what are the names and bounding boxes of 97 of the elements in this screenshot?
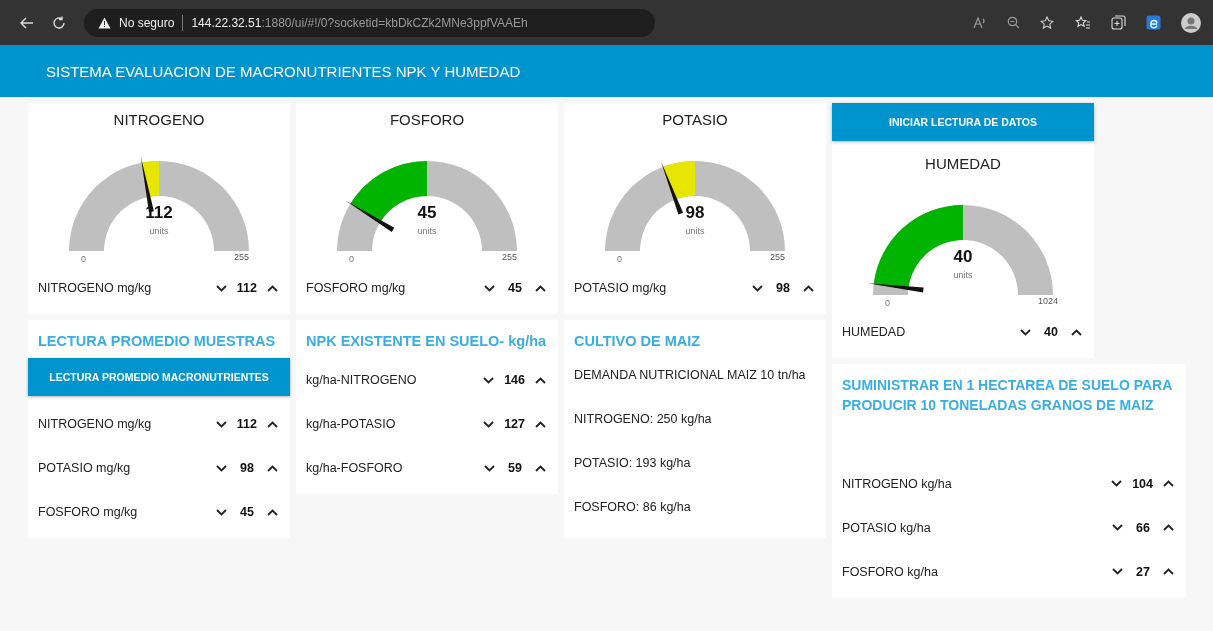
numeric-label: kg/ha-FOSFORO — [306, 461, 403, 475]
page-title: SISTEMA EVALUACION DE MACRONUTRIENTES NPK Y HUMEDAD — [46, 62, 521, 80]
gauge-value: 98 — [685, 203, 705, 223]
chevron-up-icon[interactable] — [535, 284, 546, 292]
numeric-label: FOSFORO mg/kg — [38, 505, 138, 519]
numeric-label: NITROGENO mg/kg — [38, 417, 152, 431]
gauge-needle — [867, 283, 924, 293]
read-aloud-icon[interactable] — [973, 16, 987, 29]
numeric-value: 45 — [239, 505, 255, 519]
action-button[interactable]: LECTURA PROMEDIO MACRONUTRIENTES — [28, 358, 290, 396]
gauge-min: 0 — [885, 299, 890, 308]
numeric-value: 98 — [239, 461, 255, 475]
gauge-max: 1024 — [1038, 297, 1059, 306]
chevron-up-icon[interactable] — [535, 420, 546, 428]
chevron-down-icon[interactable] — [216, 464, 227, 472]
gauge-units: units — [149, 226, 169, 236]
gauge-max: 255 — [770, 253, 786, 262]
chevron-up-icon[interactable] — [267, 464, 278, 472]
chevron-down-icon[interactable] — [483, 420, 495, 428]
chevron-down-icon[interactable] — [1020, 328, 1031, 336]
numeric-value: 104 — [1132, 476, 1153, 491]
chevron-up-icon[interactable] — [1163, 524, 1174, 532]
reload-icon[interactable] — [52, 15, 66, 30]
numeric-label: FOSFORO mg/kg — [306, 281, 406, 295]
group-title: NPK EXISTENTE EN SUELO- kg/ha — [305, 332, 548, 351]
collections-icon[interactable] — [1111, 15, 1126, 30]
favorites-icon[interactable] — [1075, 15, 1091, 30]
numeric-value: 98 — [775, 281, 791, 295]
text-label: POTASIO: 193 kg/ha — [573, 455, 692, 472]
gauge-units: units — [685, 226, 705, 236]
text-label: FOSFORO: 86 kg/ha — [573, 499, 692, 516]
text-label: NITROGENO: 250 kg/ha — [573, 411, 713, 428]
action-button[interactable]: INICIAR LECTURA DE DATOS — [832, 103, 1094, 141]
gauge-title: NITROGENO — [113, 110, 205, 130]
address-bar[interactable]: No seguro 144.22.32.51:1880/ui/#!/0?socketid=kbDkCZk2MNe3ppfVAAEh — [84, 8, 655, 37]
gauge-max: 255 — [234, 253, 250, 262]
star-icon[interactable] — [1040, 15, 1055, 30]
numeric-value: 66 — [1135, 520, 1151, 535]
gauge-max: 255 — [502, 253, 518, 262]
chevron-down-icon[interactable] — [484, 464, 495, 472]
numeric-value: 27 — [1135, 564, 1151, 579]
back-icon[interactable] — [20, 16, 34, 29]
gauge-units: units — [953, 270, 973, 280]
chevron-up-icon[interactable] — [267, 284, 278, 292]
url-text: 144.22.32.51:1880/ui/#!/0?socketid=kbDkCZk2MNe3ppfVAAEh — [191, 15, 528, 30]
chevron-down-icon[interactable] — [1112, 524, 1123, 532]
edge-icon[interactable] — [1146, 15, 1161, 30]
chevron-down-icon[interactable] — [216, 508, 227, 516]
numeric-label: NITROGENO kg/ha — [842, 476, 952, 491]
text-label: DEMANDA NUTRICIONAL MAIZ 10 tn/ha — [573, 367, 807, 384]
chevron-up-icon[interactable] — [1071, 328, 1082, 336]
gauge-units: units — [417, 226, 437, 236]
numeric-label: NITROGENO mg/kg — [38, 281, 152, 295]
group-title: SUMINISTRAR EN 1 HECTAREA DE SUELO PARA PRODUCIR 10 TONELADAS GRANOS DE MAIZ — [841, 376, 1173, 416]
chevron-down-icon[interactable] — [1111, 480, 1123, 488]
gauge-value: 40 — [953, 247, 973, 267]
numeric-value: 40 — [1043, 325, 1059, 339]
chevron-up-icon[interactable] — [267, 420, 278, 428]
chevron-down-icon[interactable] — [1112, 568, 1123, 576]
chevron-down-icon[interactable] — [752, 284, 763, 292]
numeric-label: kg/ha-NITROGENO — [306, 373, 417, 387]
numeric-value: 112 — [236, 281, 257, 295]
chevron-up-icon[interactable] — [803, 284, 814, 292]
chevron-down-icon[interactable] — [483, 376, 495, 384]
numeric-label: POTASIO kg/ha — [842, 520, 931, 535]
gauge-min: 0 — [81, 255, 86, 264]
numeric-value: 127 — [504, 417, 525, 431]
numeric-label: kg/ha-POTASIO — [306, 417, 396, 431]
chevron-up-icon[interactable] — [535, 464, 546, 472]
chevron-down-icon[interactable] — [484, 284, 495, 292]
numeric-label: POTASIO mg/kg — [38, 461, 131, 475]
chevron-up-icon[interactable] — [267, 508, 278, 516]
gauge-needle — [345, 200, 395, 233]
numeric-label: FOSFORO kg/ha — [842, 564, 938, 579]
numeric-value: 112 — [236, 417, 257, 431]
group-title: CULTIVO DE MAIZ — [573, 332, 702, 351]
chevron-up-icon[interactable] — [535, 376, 546, 384]
gauge-title: FOSFORO — [389, 110, 465, 130]
chevron-down-icon[interactable] — [215, 284, 227, 292]
gauge-min: 0 — [617, 255, 622, 264]
chevron-down-icon[interactable] — [215, 420, 227, 428]
chevron-up-icon[interactable] — [1163, 568, 1174, 576]
numeric-label: HUMEDAD — [842, 325, 906, 339]
numeric-value: 146 — [504, 373, 525, 387]
numeric-value: 45 — [507, 281, 523, 295]
chevron-up-icon[interactable] — [1163, 480, 1174, 488]
numeric-label: POTASIO mg/kg — [574, 281, 667, 295]
zoom-icon[interactable] — [1007, 16, 1020, 29]
gauge-value: 45 — [417, 203, 437, 223]
avatar-icon[interactable] — [1181, 12, 1201, 33]
gauge-title: POTASIO — [662, 110, 728, 130]
security-label: No seguro — [119, 15, 175, 30]
warning-icon — [98, 16, 111, 29]
gauge-min: 0 — [349, 255, 354, 264]
gauge-title: HUMEDAD — [925, 154, 1001, 174]
numeric-value: 59 — [507, 461, 523, 475]
group-title: LECTURA PROMEDIO MUESTRAS — [37, 332, 277, 351]
